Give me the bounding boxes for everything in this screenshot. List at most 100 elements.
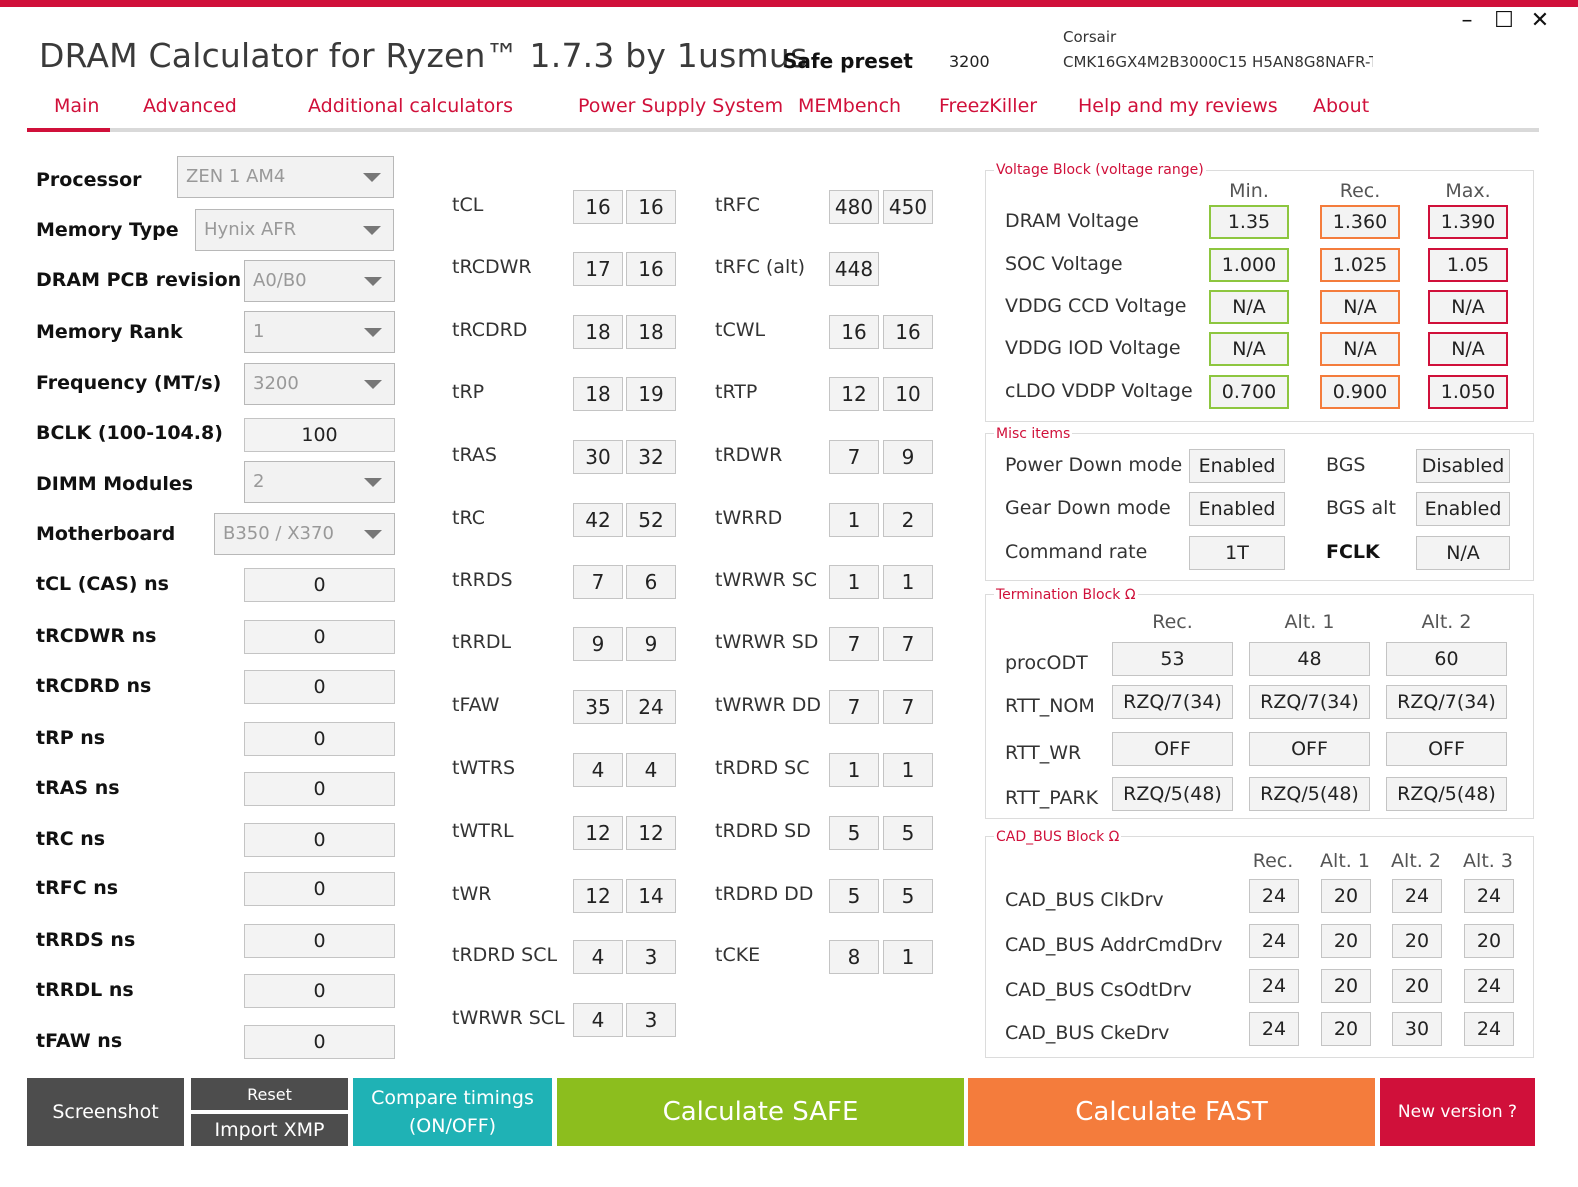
twtrs-value-2[interactable]: 4 bbox=[626, 753, 676, 787]
trfc-value-1[interactable]: 480 bbox=[829, 190, 879, 224]
tfaw-value-1[interactable]: 35 bbox=[573, 690, 623, 724]
trdwr-value-2[interactable]: 9 bbox=[883, 440, 933, 474]
compare-timings-button[interactable]: Compare timings (ON/OFF) bbox=[353, 1078, 552, 1146]
trrds-value-2[interactable]: 6 bbox=[626, 565, 676, 599]
twr-value-2[interactable]: 14 bbox=[626, 879, 676, 913]
twrwr-dd-value-1[interactable]: 7 bbox=[829, 690, 879, 724]
dram-voltage-rec[interactable]: 1.360 bbox=[1320, 205, 1400, 239]
tcke-value-2[interactable]: 1 bbox=[883, 940, 933, 974]
trdrd-sd-value-2[interactable]: 5 bbox=[883, 816, 933, 850]
cad-bus-ckedrv-value-0[interactable]: 24 bbox=[1249, 1012, 1299, 1046]
trdrd-sc-value-2[interactable]: 1 bbox=[883, 753, 933, 787]
soc-voltage-max[interactable]: 1.05 bbox=[1428, 248, 1508, 282]
cldo-vddp-voltage-max[interactable]: 1.050 bbox=[1428, 375, 1508, 409]
tab-membench[interactable]: MEMbench bbox=[798, 95, 901, 117]
tab-main[interactable]: Main bbox=[54, 95, 99, 117]
cad-bus-ckedrv-value-1[interactable]: 20 bbox=[1321, 1012, 1371, 1046]
cad-bus-csodtdrv-value-0[interactable]: 24 bbox=[1249, 969, 1299, 1003]
tfaw-value-2[interactable]: 24 bbox=[626, 690, 676, 724]
trfc-alt-value-1[interactable]: 448 bbox=[829, 252, 879, 286]
trcdwr-ns-input[interactable]: 0 bbox=[244, 620, 395, 654]
trrdl-value-1[interactable]: 9 bbox=[573, 627, 623, 661]
minimize-icon[interactable]: – bbox=[1453, 8, 1481, 33]
reset-button[interactable]: Reset bbox=[191, 1078, 348, 1110]
vddg-ccd-voltage-min[interactable]: N/A bbox=[1209, 290, 1289, 324]
cad-bus-clkdrv-value-3[interactable]: 24 bbox=[1464, 879, 1514, 913]
cad-bus-addrcmddrv-value-0[interactable]: 24 bbox=[1249, 924, 1299, 958]
motherboard-select[interactable]: B350 / X370 bbox=[214, 513, 395, 555]
power-down-mode-value[interactable]: Enabled bbox=[1189, 449, 1285, 483]
new-version-button[interactable]: New version ? bbox=[1380, 1078, 1535, 1146]
frequency-select[interactable]: 3200 bbox=[244, 363, 395, 405]
trdrd-sd-value-1[interactable]: 5 bbox=[829, 816, 879, 850]
cldo-vddp-voltage-rec[interactable]: 0.900 bbox=[1320, 375, 1400, 409]
tcl-value-2[interactable]: 16 bbox=[626, 190, 676, 224]
trrdl-value-2[interactable]: 9 bbox=[626, 627, 676, 661]
procodt-value-0[interactable]: 53 bbox=[1112, 642, 1233, 676]
maximize-icon[interactable]: ☐ bbox=[1490, 8, 1518, 33]
trcdrd-ns-input[interactable]: 0 bbox=[244, 670, 395, 704]
trcdrd-value-2[interactable]: 18 bbox=[626, 315, 676, 349]
cad-bus-ckedrv-value-3[interactable]: 24 bbox=[1464, 1012, 1514, 1046]
twtrl-value-2[interactable]: 12 bbox=[626, 816, 676, 850]
processor-select[interactable]: ZEN 1 AM4 bbox=[177, 156, 394, 198]
dram-voltage-max[interactable]: 1.390 bbox=[1428, 205, 1508, 239]
soc-voltage-min[interactable]: 1.000 bbox=[1209, 248, 1289, 282]
command-rate-value[interactable]: 1T bbox=[1189, 536, 1285, 570]
bclk-input[interactable]: 100 bbox=[244, 418, 395, 452]
screenshot-button[interactable]: Screenshot bbox=[27, 1078, 184, 1146]
rtt-nom-value-0[interactable]: RZQ/7(34) bbox=[1112, 685, 1233, 719]
vddg-iod-voltage-max[interactable]: N/A bbox=[1428, 332, 1508, 366]
bgs-alt-value[interactable]: Enabled bbox=[1416, 492, 1510, 526]
tab-freezkiller[interactable]: FreezKiller bbox=[939, 95, 1037, 117]
cad-bus-addrcmddrv-value-1[interactable]: 20 bbox=[1321, 924, 1371, 958]
trdwr-value-1[interactable]: 7 bbox=[829, 440, 879, 474]
trcdrd-value-1[interactable]: 18 bbox=[573, 315, 623, 349]
dram-voltage-min[interactable]: 1.35 bbox=[1209, 205, 1289, 239]
twrrd-value-1[interactable]: 1 bbox=[829, 503, 879, 537]
memory-rank-select[interactable]: 1 bbox=[244, 311, 395, 353]
twrwr-scl-value-1[interactable]: 4 bbox=[573, 1003, 623, 1037]
cad-bus-clkdrv-value-0[interactable]: 24 bbox=[1249, 879, 1299, 913]
trp-ns-input[interactable]: 0 bbox=[244, 722, 395, 756]
rtt-nom-value-1[interactable]: RZQ/7(34) bbox=[1249, 685, 1370, 719]
bgs-value[interactable]: Disabled bbox=[1416, 449, 1510, 483]
rtt-nom-value-2[interactable]: RZQ/7(34) bbox=[1386, 685, 1507, 719]
trcdwr-value-1[interactable]: 17 bbox=[573, 252, 623, 286]
twrwr-sc-value-1[interactable]: 1 bbox=[829, 565, 879, 599]
trrds-ns-input[interactable]: 0 bbox=[244, 924, 395, 958]
calculate-safe-button[interactable]: Calculate SAFE bbox=[557, 1078, 964, 1146]
tab-additional-calculators[interactable]: Additional calculators bbox=[308, 95, 513, 117]
vddg-iod-voltage-min[interactable]: N/A bbox=[1209, 332, 1289, 366]
twtrs-value-1[interactable]: 4 bbox=[573, 753, 623, 787]
cad-bus-csodtdrv-value-3[interactable]: 24 bbox=[1464, 969, 1514, 1003]
twrwr-sd-value-1[interactable]: 7 bbox=[829, 627, 879, 661]
tras-value-1[interactable]: 30 bbox=[573, 440, 623, 474]
dram-pcb-revision-select[interactable]: A0/B0 bbox=[244, 260, 395, 302]
rtt-wr-value-2[interactable]: OFF bbox=[1386, 732, 1507, 766]
tab-advanced[interactable]: Advanced bbox=[143, 95, 237, 117]
fclk-value[interactable]: N/A bbox=[1416, 536, 1510, 570]
cldo-vddp-voltage-min[interactable]: 0.700 bbox=[1209, 375, 1289, 409]
twtrl-value-1[interactable]: 12 bbox=[573, 816, 623, 850]
twr-value-1[interactable]: 12 bbox=[573, 879, 623, 913]
twrwr-scl-value-2[interactable]: 3 bbox=[626, 1003, 676, 1037]
rtt-park-value-0[interactable]: RZQ/5(48) bbox=[1112, 777, 1233, 811]
trdrd-scl-value-1[interactable]: 4 bbox=[573, 940, 623, 974]
tcke-value-1[interactable]: 8 bbox=[829, 940, 879, 974]
trdrd-dd-value-2[interactable]: 5 bbox=[883, 879, 933, 913]
trfc-value-2[interactable]: 450 bbox=[883, 190, 933, 224]
tcl-cas-ns-input[interactable]: 0 bbox=[244, 568, 395, 602]
twrwr-sd-value-2[interactable]: 7 bbox=[883, 627, 933, 661]
vddg-ccd-voltage-max[interactable]: N/A bbox=[1428, 290, 1508, 324]
trc-value-1[interactable]: 42 bbox=[573, 503, 623, 537]
import-xmp-button[interactable]: Import XMP bbox=[191, 1114, 348, 1146]
close-icon[interactable]: ✕ bbox=[1526, 8, 1554, 33]
trc-ns-input[interactable]: 0 bbox=[244, 823, 395, 857]
rtt-wr-value-1[interactable]: OFF bbox=[1249, 732, 1370, 766]
dimm-modules-select[interactable]: 2 bbox=[244, 461, 395, 503]
cad-bus-ckedrv-value-2[interactable]: 30 bbox=[1392, 1012, 1442, 1046]
trp-value-2[interactable]: 19 bbox=[626, 377, 676, 411]
tras-ns-input[interactable]: 0 bbox=[244, 772, 395, 806]
cad-bus-clkdrv-value-2[interactable]: 24 bbox=[1392, 879, 1442, 913]
